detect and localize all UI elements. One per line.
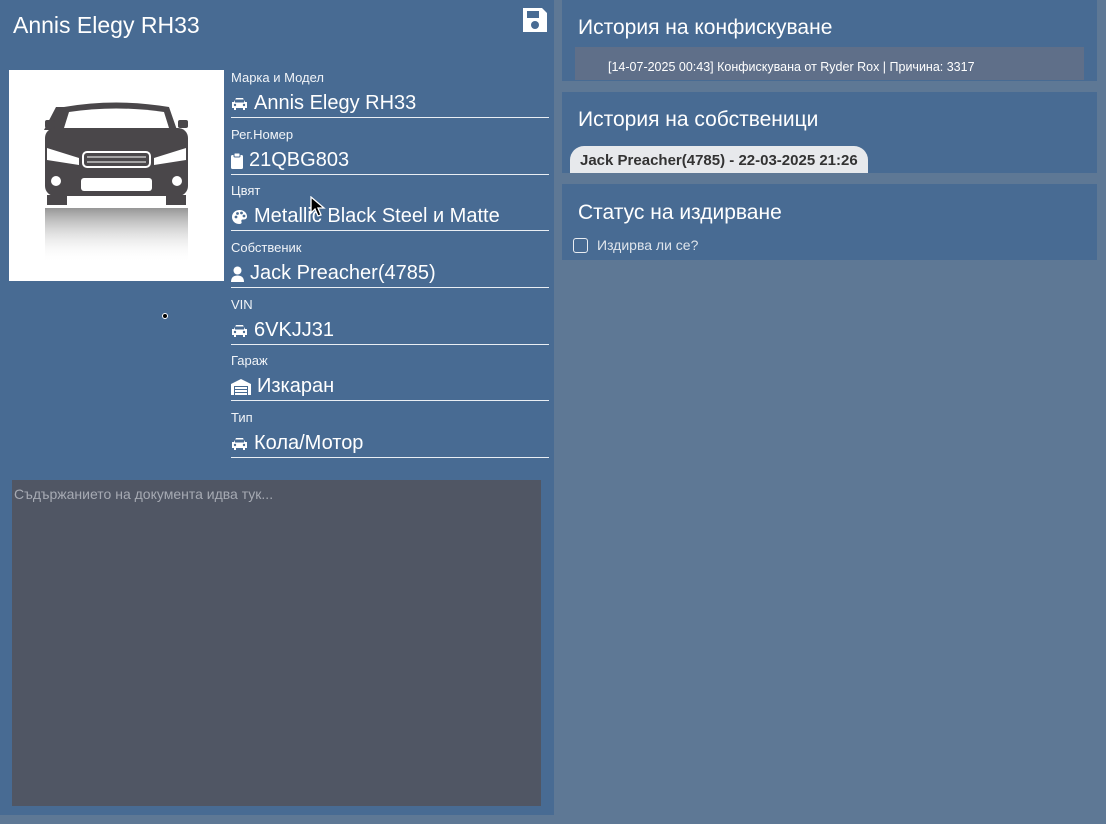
field-type: Тип Кола/Мотор [231,410,549,465]
user-icon [231,266,244,282]
confiscation-history-card: История на конфискуване [14-07-2025 00:4… [562,0,1097,81]
owner-history-item[interactable]: Jack Preacher(4785) - 22-03-2025 21:26 [570,146,868,173]
field-value: Annis Elegy RH33 [254,92,417,114]
warehouse-icon [231,378,251,395]
floppy-disk-icon [523,8,547,32]
vehicle-image [9,70,224,281]
field-label: Собственик [231,240,302,255]
car-icon [232,437,247,450]
wanted-status-card: Статус на издирване Издирва ли се? [562,184,1097,260]
owner-history-title: История на собственици [578,108,819,131]
field-garage: Гараж Изкаран [231,353,549,408]
palette-icon [232,209,247,224]
field-label: VIN [231,297,253,312]
field-value: Кола/Мотор [254,432,364,454]
field-value: Jack Preacher(4785) [250,262,436,284]
wanted-checkbox-label: Издирва ли се? [597,237,699,253]
save-button[interactable] [520,5,550,35]
status-dot [162,313,168,319]
field-plate: Рег.Номер 21QBG803 [231,127,549,182]
field-color: Цвят Metallic Black Steel и Matte [231,183,549,238]
field-label: Марка и Модел [231,70,325,85]
document-textarea[interactable] [12,480,541,806]
vehicle-panel: Annis Elegy RH33 Марка и Модел Annis Ele… [0,0,554,815]
wanted-status-title: Статус на издирване [578,201,782,224]
field-vin: VIN 6VKJJ31 [231,297,549,352]
field-make-model: Марка и Модел Annis Elegy RH33 [231,70,549,125]
car-icon [232,97,247,110]
confiscation-history-title: История на конфискуване [578,16,833,39]
wanted-checkbox[interactable] [573,237,588,253]
wanted-row: Издирва ли се? [573,237,698,253]
clipboard-icon [231,152,243,169]
field-label: Рег.Номер [231,127,294,142]
field-value: 21QBG803 [249,149,350,171]
field-owner: Собственик Jack Preacher(4785) [231,240,549,295]
vehicle-title: Annis Elegy RH33 [13,12,200,38]
field-value: 6VKJJ31 [254,319,335,341]
owner-history-card: История на собственици Jack Preacher(478… [562,92,1097,173]
field-value: Изкаран [257,375,335,397]
field-value: Metallic Black Steel и Matte [254,205,500,227]
field-label: Цвят [231,183,261,198]
car-icon [232,324,247,337]
list-item: [14-07-2025 00:43] Конфискувана от Ryder… [575,47,1084,80]
field-label: Тип [231,410,253,425]
field-label: Гараж [231,353,268,368]
